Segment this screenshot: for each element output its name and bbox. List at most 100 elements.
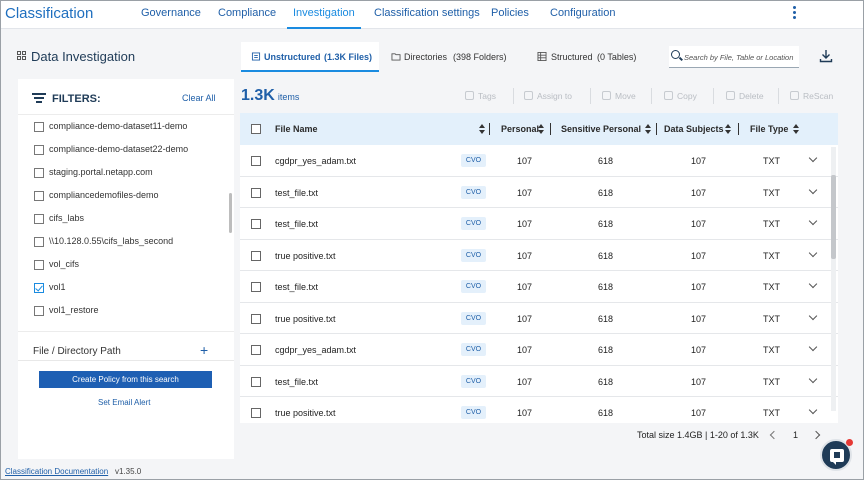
file-name-cell[interactable]: true positive.txt	[275, 314, 336, 324]
filter-checkbox[interactable]	[34, 306, 44, 316]
file-name-cell[interactable]: true positive.txt	[275, 408, 336, 418]
tab-structured[interactable]: Structured (0 Tables)	[527, 42, 657, 72]
sort-icon[interactable]	[645, 124, 651, 134]
column-data-subjects[interactable]: Data Subjects	[664, 124, 724, 134]
filters-scrollbar[interactable]	[229, 193, 232, 233]
filter-checkbox[interactable]	[34, 168, 44, 178]
expand-chevron-icon[interactable]	[808, 153, 818, 163]
next-page-icon[interactable]	[811, 430, 821, 440]
expand-chevron-icon[interactable]	[808, 185, 818, 194]
row-checkbox[interactable]	[251, 156, 261, 166]
tab-policies[interactable]: Policies	[491, 7, 529, 19]
rescan-action[interactable]: ReScan	[790, 91, 833, 101]
row-checkbox[interactable]	[251, 282, 261, 292]
row-checkbox[interactable]	[251, 345, 261, 355]
tab-directories[interactable]: Directories (398 Folders)	[383, 42, 517, 72]
filter-item[interactable]: vol_cifs	[34, 258, 234, 272]
file-name-cell[interactable]: cgdpr_yes_adam.txt	[275, 156, 356, 166]
current-page[interactable]: 1	[793, 430, 798, 440]
expand-chevron-icon[interactable]	[808, 216, 818, 226]
tab-classification-settings[interactable]: Classification settings	[374, 7, 480, 19]
table-row[interactable]: true positive.txt CVO 107 618 107 TXT	[240, 303, 838, 334]
table-row[interactable]: true positive.txt CVO 107 618 107 TXT	[240, 240, 838, 271]
more-menu-icon[interactable]	[789, 4, 799, 22]
file-path-filter-label[interactable]: File / Directory Path	[33, 346, 121, 357]
prev-page-icon[interactable]	[769, 430, 779, 440]
filter-checkbox[interactable]	[34, 260, 44, 270]
delete-action[interactable]: Delete	[726, 91, 764, 101]
table-row[interactable]: true positive.txt CVO 107 618 107 TXT	[240, 397, 838, 423]
column-sensitive-personal[interactable]: Sensitive Personal	[561, 124, 641, 134]
sort-icon[interactable]	[538, 124, 544, 134]
filter-checkbox[interactable]	[34, 214, 44, 224]
expand-chevron-icon[interactable]	[808, 405, 818, 415]
filter-item[interactable]: vol1	[34, 281, 234, 295]
scroll-thumb[interactable]	[831, 175, 836, 259]
file-name-cell[interactable]: test_file.txt	[275, 282, 318, 292]
table-row[interactable]: test_file.txt CVO 107 618 107 TXT	[240, 177, 838, 208]
tab-investigation[interactable]: Investigation	[287, 7, 361, 29]
filter-item[interactable]: vol1_restore	[34, 304, 234, 318]
brand-title[interactable]: Classification	[5, 5, 93, 22]
filter-checkbox[interactable]	[34, 122, 44, 132]
filter-item[interactable]: staging.portal.netapp.com	[34, 166, 234, 180]
tab-configuration[interactable]: Configuration	[550, 7, 615, 19]
expand-chevron-icon[interactable]	[808, 342, 818, 352]
filter-checkbox[interactable]	[34, 145, 44, 155]
file-name-cell[interactable]: cgdpr_yes_adam.txt	[275, 345, 356, 355]
row-checkbox[interactable]	[251, 187, 261, 198]
expand-plus-icon[interactable]: +	[200, 342, 208, 358]
table-scrollbar[interactable]	[831, 147, 836, 411]
documentation-link[interactable]: Classification Documentation	[5, 467, 108, 476]
filter-item[interactable]: compliance-demo-dataset22-demo	[34, 143, 234, 157]
expand-chevron-icon[interactable]	[808, 374, 818, 383]
expand-chevron-icon[interactable]	[808, 311, 818, 320]
table-row[interactable]: cgdpr_yes_adam.txt CVO 107 618 107 TXT	[240, 334, 838, 366]
column-personal[interactable]: Personal	[501, 124, 539, 134]
tab-governance[interactable]: Governance	[141, 7, 201, 19]
expand-chevron-icon[interactable]	[808, 279, 818, 289]
file-name-cell[interactable]: test_file.txt	[275, 377, 318, 387]
row-checkbox[interactable]	[251, 250, 261, 261]
filter-item[interactable]: cifs_labs	[34, 212, 234, 226]
create-policy-button[interactable]: Create Policy from this search	[39, 371, 212, 388]
row-checkbox[interactable]	[251, 376, 261, 387]
move-action[interactable]: Move	[602, 91, 636, 101]
tab-compliance[interactable]: Compliance	[218, 7, 276, 19]
sort-icon[interactable]	[725, 124, 731, 134]
filter-checkbox[interactable]	[34, 191, 44, 201]
expand-chevron-icon[interactable]	[808, 248, 818, 257]
file-name-cell[interactable]: test_file.txt	[275, 188, 318, 198]
copy-action[interactable]: Copy	[664, 91, 697, 101]
assign-to-action[interactable]: Assign to	[524, 91, 572, 101]
file-name-cell[interactable]: true positive.txt	[275, 251, 336, 261]
row-checkbox[interactable]	[251, 313, 261, 324]
clear-all-link[interactable]: Clear All	[182, 93, 216, 103]
table-row[interactable]: test_file.txt CVO 107 618 107 TXT	[240, 366, 838, 397]
row-checkbox[interactable]	[251, 219, 261, 229]
filter-checkbox[interactable]	[34, 237, 44, 247]
filter-item[interactable]: compliance-demo-dataset11-demo	[34, 120, 234, 134]
table-row[interactable]: cgdpr_yes_adam.txt CVO 107 618 107 TXT	[240, 145, 838, 177]
row-checkbox[interactable]	[251, 408, 261, 418]
table-row[interactable]: test_file.txt CVO 107 618 107 TXT	[240, 271, 838, 303]
column-file-name[interactable]: File Name	[275, 124, 318, 134]
notification-dot	[846, 439, 853, 446]
sort-icon[interactable]	[793, 124, 799, 134]
tags-action[interactable]: Tags	[465, 91, 496, 101]
filter-checkbox-checked[interactable]	[34, 283, 44, 293]
column-file-type[interactable]: File Type	[750, 124, 788, 134]
filter-item[interactable]: \\10.128.0.55\cifs_labs_second	[34, 235, 234, 249]
table-row[interactable]: test_file.txt CVO 107 618 107 TXT	[240, 208, 838, 240]
filters-label: FILTERS:	[52, 93, 101, 105]
top-nav: Classification Governance Compliance Inv…	[1, 1, 863, 29]
download-icon[interactable]	[819, 49, 833, 63]
file-name-cell[interactable]: test_file.txt	[275, 219, 318, 229]
sort-icon[interactable]	[479, 124, 485, 134]
filter-item[interactable]: compliancedemofiles-demo	[34, 189, 234, 203]
tab-unstructured[interactable]: Unstructured (1.3K Files)	[241, 42, 379, 72]
chat-icon[interactable]	[820, 439, 853, 471]
search-input[interactable]: Search by File, Table or Location	[669, 46, 799, 68]
set-email-alert-link[interactable]: Set Email Alert	[98, 398, 150, 407]
select-all-checkbox[interactable]	[251, 124, 261, 134]
